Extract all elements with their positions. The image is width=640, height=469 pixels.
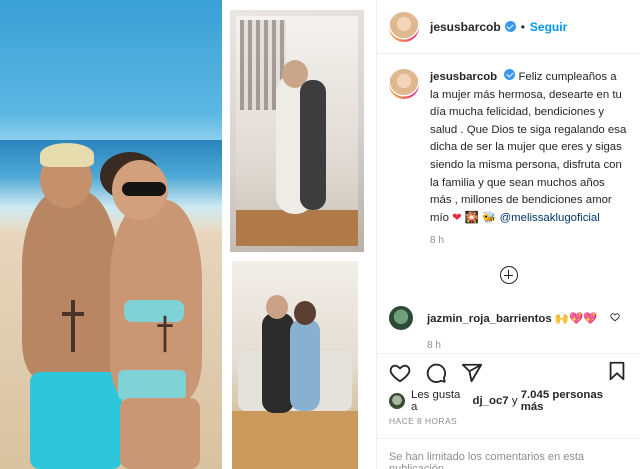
- photo-beach: [0, 0, 222, 469]
- likes-connector: y: [511, 395, 518, 407]
- comment-icon[interactable]: [425, 362, 447, 384]
- man-head: [266, 295, 288, 319]
- post-actions: Les gusta a dj_oc7 y 7.045 personas más …: [377, 353, 640, 469]
- caption-emoji: ❤ 🎇 🐝: [452, 211, 497, 224]
- likes-others[interactable]: 7.045 personas más: [521, 389, 628, 413]
- like-comment-heart-icon[interactable]: [610, 312, 620, 322]
- author-avatar[interactable]: [389, 11, 419, 42]
- comment-text: jazmin_roja_barrientos 🙌💖💖: [427, 311, 597, 325]
- load-more-comments[interactable]: [377, 266, 640, 285]
- likes-summary: Les gusta a dj_oc7 y 7.045 personas más: [377, 389, 640, 413]
- comment-body: 🙌💖💖: [554, 313, 598, 326]
- post-media[interactable]: [0, 0, 376, 469]
- photo-couch: [232, 261, 358, 469]
- save-icon[interactable]: [606, 360, 628, 382]
- man-hair: [40, 143, 94, 167]
- comment-time: 8 h: [427, 340, 441, 352]
- comments-limited-notice: Se han limitado los comentarios en esta …: [377, 438, 640, 469]
- sunglasses: [122, 182, 166, 196]
- man-figure: [300, 80, 326, 210]
- commenter-username[interactable]: jazmin_roja_barrientos: [427, 313, 552, 325]
- caption-body: Feliz cumpleaños a la mujer más hermosa,…: [430, 71, 627, 224]
- caption-time: 8 h: [430, 235, 444, 247]
- floor: [232, 411, 358, 469]
- save-button[interactable]: [606, 360, 628, 387]
- woman-head: [294, 301, 316, 325]
- post-header: jesusbarcob • Seguir: [377, 0, 640, 54]
- action-icons: [377, 354, 640, 392]
- heart-icon[interactable]: [389, 362, 411, 384]
- comment-item: jazmin_roja_barrientos 🙌💖💖: [377, 306, 640, 331]
- share-icon[interactable]: [461, 362, 483, 384]
- cross-tattoo-small: [157, 315, 173, 353]
- bikini-top: [124, 300, 184, 322]
- commenter-avatar[interactable]: [389, 306, 413, 331]
- liker-avatar[interactable]: [389, 393, 405, 409]
- plus-circle-icon[interactable]: [499, 266, 518, 285]
- liker-username[interactable]: dj_oc7: [473, 395, 509, 407]
- woman-figure: [290, 319, 320, 411]
- woman-legs: [120, 398, 200, 469]
- likes-prefix: Les gusta a: [411, 389, 461, 413]
- author-username[interactable]: jesusbarcob: [430, 20, 501, 34]
- floor: [236, 210, 358, 246]
- caption-mention[interactable]: @melissaklugoficial: [500, 212, 600, 224]
- caption-username[interactable]: jesusbarcob: [430, 71, 497, 83]
- verified-icon: [504, 69, 516, 80]
- verified-icon: [504, 21, 516, 32]
- man-shorts: [30, 372, 122, 469]
- caption-text: jesusbarcob Feliz cumpleaños a la mujer …: [430, 69, 628, 227]
- post-panel: jesusbarcob • Seguir jesusbarcob Feliz c…: [376, 0, 640, 469]
- comments-list[interactable]: jesusbarcob Feliz cumpleaños a la mujer …: [377, 55, 640, 355]
- caption-avatar[interactable]: [389, 69, 419, 99]
- caption: jesusbarcob Feliz cumpleaños a la mujer …: [377, 55, 640, 227]
- bikini-bottom: [118, 370, 186, 400]
- cross-tattoo: [62, 300, 84, 352]
- photo-mirror-selfie: [230, 10, 364, 252]
- separator-dot: •: [520, 19, 525, 34]
- follow-button[interactable]: Seguir: [530, 20, 567, 34]
